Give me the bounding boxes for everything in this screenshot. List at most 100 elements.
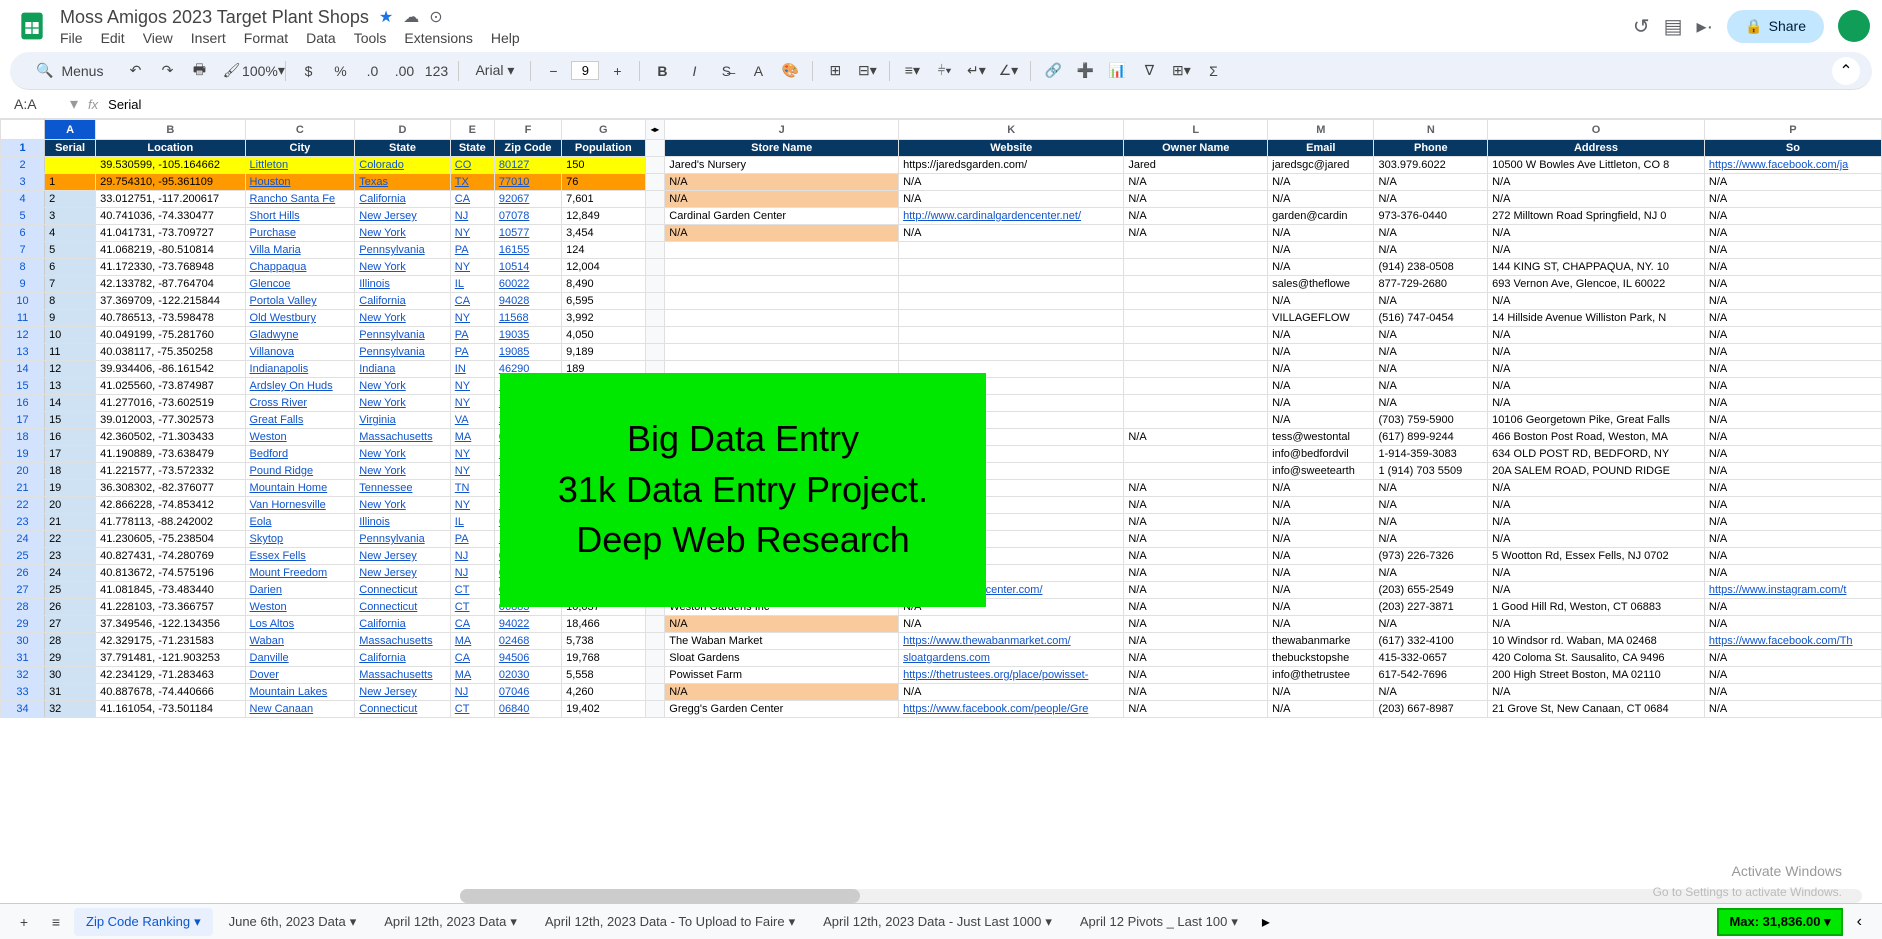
cell[interactable]: Illinois xyxy=(355,276,451,293)
cell[interactable]: 39.012003, -77.302573 xyxy=(96,412,245,429)
cell[interactable]: N/A xyxy=(1124,191,1268,208)
cell[interactable]: N/A xyxy=(1704,565,1881,582)
cell[interactable]: 4,050 xyxy=(562,327,645,344)
cell[interactable]: New Jersey xyxy=(355,548,451,565)
cell[interactable]: 40.813672, -74.575196 xyxy=(96,565,245,582)
row-header[interactable]: 10 xyxy=(1,293,45,310)
cell[interactable]: N/A xyxy=(1374,497,1488,514)
cell[interactable]: N/A xyxy=(899,616,1124,633)
cell[interactable]: 40.049199, -75.281760 xyxy=(96,327,245,344)
cell[interactable]: N/A xyxy=(1124,667,1268,684)
cell[interactable]: N/A xyxy=(1374,225,1488,242)
cell[interactable]: (914) 238-0508 xyxy=(1374,259,1488,276)
link-button[interactable]: 🔗 xyxy=(1039,57,1067,85)
cell[interactable]: Ardsley On Huds xyxy=(245,378,355,395)
cell[interactable]: IN xyxy=(450,361,494,378)
cell[interactable]: 150 xyxy=(562,157,645,174)
cell[interactable]: 02030 xyxy=(494,667,561,684)
cell[interactable]: Cardinal Garden Center xyxy=(665,208,899,225)
cell[interactable]: N/A xyxy=(899,684,1124,701)
row-header[interactable]: 6 xyxy=(1,225,45,242)
cell[interactable]: N/A xyxy=(1704,480,1881,497)
cell[interactable]: 4 xyxy=(45,225,96,242)
cell[interactable]: N/A xyxy=(1488,242,1705,259)
cell[interactable]: 4,260 xyxy=(562,684,645,701)
cell[interactable]: CA xyxy=(450,191,494,208)
cell[interactable]: Massachusetts xyxy=(355,633,451,650)
merge-button[interactable]: ⊟▾ xyxy=(853,57,881,85)
cell[interactable]: 10500 W Bowles Ave Littleton, CO 8 xyxy=(1488,157,1705,174)
cell[interactable]: N/A xyxy=(1268,514,1374,531)
cell[interactable]: N/A xyxy=(1268,599,1374,616)
cell[interactable]: Powisset Farm xyxy=(665,667,899,684)
cell[interactable]: New Jersey xyxy=(355,565,451,582)
cell[interactable] xyxy=(899,276,1124,293)
cell[interactable] xyxy=(45,157,96,174)
cell[interactable]: N/A xyxy=(1374,293,1488,310)
cell[interactable]: 12,004 xyxy=(562,259,645,276)
row-header[interactable]: 4 xyxy=(1,191,45,208)
cell[interactable]: 11568 xyxy=(494,310,561,327)
cell[interactable]: N/A xyxy=(1124,208,1268,225)
cell[interactable]: N/A xyxy=(1124,480,1268,497)
wrap-button[interactable]: ↵▾ xyxy=(962,57,990,85)
cell[interactable]: 7 xyxy=(45,276,96,293)
chart-button[interactable]: 📊 xyxy=(1103,57,1131,85)
cell[interactable]: New York xyxy=(355,378,451,395)
cell[interactable]: 16 xyxy=(45,429,96,446)
cell[interactable]: 06840 xyxy=(494,701,561,718)
cell[interactable]: 1 Good Hill Rd, Weston, CT 06883 xyxy=(1488,599,1705,616)
row-header[interactable]: 1 xyxy=(1,140,45,157)
cell[interactable]: CA xyxy=(450,616,494,633)
cell[interactable]: 42.234129, -71.283463 xyxy=(96,667,245,684)
cell[interactable]: NY xyxy=(450,310,494,327)
cell[interactable]: sloatgardens.com xyxy=(899,650,1124,667)
row-header[interactable]: 3 xyxy=(1,174,45,191)
cell[interactable]: 415-332-0657 xyxy=(1374,650,1488,667)
cell[interactable]: New York xyxy=(355,395,451,412)
cell[interactable] xyxy=(1124,463,1268,480)
cell[interactable]: Los Altos xyxy=(245,616,355,633)
history-icon[interactable]: ↺ xyxy=(1633,14,1650,39)
cell[interactable]: 5 xyxy=(45,242,96,259)
cell[interactable]: 1 xyxy=(45,174,96,191)
cell[interactable]: N/A xyxy=(1488,565,1705,582)
cell[interactable] xyxy=(1124,395,1268,412)
cloud-done-icon[interactable]: ⊙ xyxy=(429,7,442,27)
cell[interactable]: N/A xyxy=(1704,225,1881,242)
cell[interactable]: 23 xyxy=(45,548,96,565)
row-header[interactable]: 30 xyxy=(1,633,45,650)
cell[interactable]: 94028 xyxy=(494,293,561,310)
cell[interactable]: 617-542-7696 xyxy=(1374,667,1488,684)
cell[interactable]: 5,738 xyxy=(562,633,645,650)
cell[interactable]: N/A xyxy=(1374,684,1488,701)
row-header[interactable]: 12 xyxy=(1,327,45,344)
cell[interactable]: 22 xyxy=(45,531,96,548)
cell[interactable]: N/A xyxy=(1704,293,1881,310)
cell[interactable]: 9 xyxy=(45,310,96,327)
cell[interactable]: 124 xyxy=(562,242,645,259)
cell[interactable]: N/A xyxy=(1704,616,1881,633)
cell[interactable]: N/A xyxy=(665,191,899,208)
sheet-tab[interactable]: April 12th, 2023 Data - Just Last 1000 ▾ xyxy=(811,908,1064,936)
cloud-icon[interactable]: ☁ xyxy=(403,7,419,27)
cell[interactable] xyxy=(1124,361,1268,378)
cell[interactable]: Jared's Nursery xyxy=(665,157,899,174)
cell[interactable]: N/A xyxy=(1704,650,1881,667)
cell[interactable]: N/A xyxy=(1268,242,1374,259)
col-header[interactable]: N xyxy=(1374,120,1488,140)
undo-button[interactable]: ↶ xyxy=(121,57,149,85)
cell[interactable]: 18,466 xyxy=(562,616,645,633)
cell[interactable]: New York xyxy=(355,310,451,327)
cell[interactable]: TX xyxy=(450,174,494,191)
cell[interactable]: N/A xyxy=(1124,582,1268,599)
cell[interactable]: Short Hills xyxy=(245,208,355,225)
row-header[interactable]: 17 xyxy=(1,412,45,429)
cell[interactable] xyxy=(899,327,1124,344)
cell[interactable]: 33.012751, -117.200617 xyxy=(96,191,245,208)
cell[interactable]: 92067 xyxy=(494,191,561,208)
cell[interactable]: N/A xyxy=(1124,225,1268,242)
valign-button[interactable]: ⫩▾ xyxy=(930,57,958,85)
cell[interactable]: California xyxy=(355,650,451,667)
cell[interactable]: N/A xyxy=(1704,174,1881,191)
